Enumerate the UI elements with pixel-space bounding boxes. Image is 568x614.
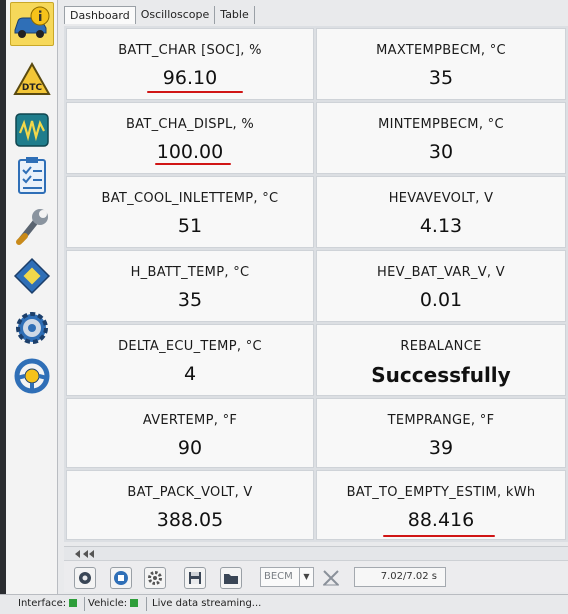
- tab-oscilloscope[interactable]: Oscilloscope: [136, 6, 216, 24]
- save-button[interactable]: [184, 567, 206, 589]
- dashboard-grid: BATT_CHAR [SOC], % 96.10 MAXTEMPBECM, °C…: [64, 26, 568, 542]
- gauge-value: 35: [428, 67, 454, 89]
- interface-ok-indicator: [69, 599, 78, 607]
- car-info-icon: [14, 6, 50, 38]
- gauge-value: 90: [177, 437, 203, 459]
- module-select-value: BECM: [264, 571, 293, 582]
- sidebar-item-tools[interactable]: [10, 204, 54, 248]
- sidebar-item-help[interactable]: [10, 354, 54, 398]
- gauge-label: MINTEMPBECM, °C: [378, 117, 504, 132]
- sidebar-item-checklist[interactable]: [10, 154, 54, 198]
- status-divider: [84, 597, 85, 611]
- vehicle-label: Vehicle:: [88, 598, 128, 609]
- status-bar: Interface: Vehicle: Live data streaming.…: [0, 594, 568, 614]
- gauge-label: BAT_TO_EMPTY_ESTIM, kWh: [346, 485, 536, 500]
- module-select[interactable]: BECM ▼: [260, 567, 314, 587]
- gauge-cell[interactable]: BAT_COOL_INLETTEMP, °C 51: [66, 176, 314, 248]
- gauge-label: HEV_BAT_VAR_V, V: [377, 265, 505, 280]
- gauge-value: 4.13: [419, 215, 463, 237]
- gauge-cell[interactable]: MINTEMPBECM, °C 30: [316, 102, 566, 174]
- gauge-cell[interactable]: REBALANCE Successfully: [316, 324, 566, 396]
- gauge-label: MAXTEMPBECM, °C: [376, 43, 506, 58]
- red-underline: [147, 91, 243, 93]
- gauge-label: REBALANCE: [400, 339, 482, 354]
- gauge-value: 88.416: [407, 509, 475, 531]
- folder-icon: [224, 574, 238, 584]
- gauge-label: BAT_COOL_INLETTEMP, °C: [101, 191, 279, 206]
- gauge-label: BAT_CHA_DISPL, %: [125, 117, 255, 132]
- wrench-icon: [16, 209, 48, 245]
- record-button[interactable]: [74, 567, 96, 589]
- gauge-label: H_BATT_TEMP, °C: [130, 265, 250, 280]
- gear-icon: [16, 312, 48, 344]
- gauge-label: DELTA_ECU_TEMP, °C: [118, 339, 262, 354]
- cross-chart-icon: [323, 570, 339, 586]
- stop-icon: [114, 571, 128, 585]
- gauge-value: 39: [428, 437, 454, 459]
- sidebar-item-ecu[interactable]: [10, 254, 54, 298]
- gauge-value: 35: [177, 289, 203, 311]
- tab-dashboard[interactable]: Dashboard: [64, 6, 136, 24]
- status-divider: [146, 597, 147, 611]
- gauge-label: TEMPRANGE, °F: [387, 413, 495, 428]
- gauge-value: Successfully: [371, 363, 511, 387]
- vehicle-status: Vehicle:: [88, 598, 141, 609]
- playback-toolbar: BECM ▼ 7.02/7.02 s: [64, 560, 568, 592]
- gauge-cell[interactable]: TEMPRANGE, °F 39: [316, 398, 566, 468]
- sidebar-item-settings[interactable]: [10, 306, 54, 350]
- gauge-cell[interactable]: BAT_CHA_DISPL, % 100.00: [66, 102, 314, 174]
- gauge-cell[interactable]: DELTA_ECU_TEMP, °C 4: [66, 324, 314, 396]
- chevron-down-icon: ▼: [299, 568, 313, 586]
- view-tabs: Dashboard Oscilloscope Table: [64, 6, 255, 26]
- gauge-cell[interactable]: MAXTEMPBECM, °C 35: [316, 28, 566, 100]
- steering-wheel-icon: [14, 358, 50, 394]
- red-underline: [155, 163, 231, 165]
- gauge-label: AVERTEMP, °F: [142, 413, 238, 428]
- gauge-value: 0.01: [419, 289, 463, 311]
- gauge-value: 4: [183, 363, 197, 385]
- gauge-value: 388.05: [156, 509, 224, 531]
- dtc-warning-icon: DTC: [13, 61, 51, 95]
- save-icon: [189, 572, 201, 584]
- time-readout: 7.02/7.02 s: [354, 567, 446, 587]
- stop-button[interactable]: [110, 567, 132, 589]
- gauge-value: 30: [428, 141, 454, 163]
- gauge-cell[interactable]: HEVAVEVOLT, V 4.13: [316, 176, 566, 248]
- gauge-cell[interactable]: HEV_BAT_VAR_V, V 0.01: [316, 250, 566, 322]
- gauge-value: 96.10: [162, 67, 218, 89]
- open-folder-button[interactable]: [220, 567, 242, 589]
- red-underline: [383, 535, 495, 537]
- gauge-cell[interactable]: AVERTEMP, °F 90: [66, 398, 314, 468]
- interface-status: Interface:: [18, 598, 80, 609]
- chip-icon: [13, 257, 51, 295]
- settings-button[interactable]: [144, 567, 166, 589]
- gauge-value: 100.00: [156, 141, 224, 163]
- sidebar-item-vehicle-info[interactable]: [10, 2, 54, 46]
- checklist-icon: [18, 157, 46, 194]
- sidebar: DTC: [6, 0, 58, 596]
- clear-button[interactable]: [320, 567, 342, 589]
- gauge-cell[interactable]: H_BATT_TEMP, °C 35: [66, 250, 314, 322]
- gauge-label: BAT_PACK_VOLT, V: [127, 485, 253, 500]
- gauge-cell[interactable]: BAT_PACK_VOLT, V 388.05: [66, 470, 314, 540]
- gauge-cell[interactable]: BATT_CHAR [SOC], % 96.10: [66, 28, 314, 100]
- status-message: Live data streaming...: [152, 598, 262, 609]
- interface-label: Interface:: [18, 598, 67, 609]
- cog-icon: [148, 571, 162, 585]
- dtc-label: DTC: [22, 83, 43, 93]
- gauge-value: 51: [177, 215, 203, 237]
- gauge-label: BATT_CHAR [SOC], %: [118, 43, 262, 58]
- tab-table[interactable]: Table: [215, 6, 255, 24]
- vehicle-ok-indicator: [130, 599, 139, 607]
- record-icon: [79, 572, 91, 584]
- scroll-left-icon[interactable]: [72, 548, 102, 560]
- oscilloscope-icon: [15, 113, 49, 147]
- gauge-cell[interactable]: BAT_TO_EMPTY_ESTIM, kWh 88.416: [316, 470, 566, 540]
- sidebar-item-dtc[interactable]: DTC: [10, 58, 54, 102]
- gauge-label: HEVAVEVOLT, V: [388, 191, 494, 206]
- horizontal-scrollbar[interactable]: [64, 546, 568, 560]
- sidebar-item-oscilloscope[interactable]: [10, 108, 54, 152]
